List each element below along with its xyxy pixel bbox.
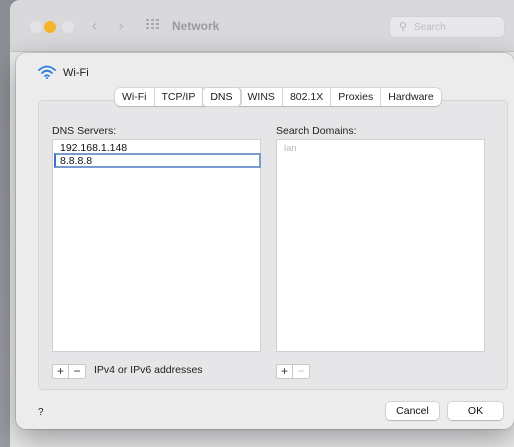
remove-search-domain-button: − [297,364,305,378]
tab-tcpip[interactable]: TCP/IP [155,88,204,106]
tab-proxies[interactable]: Proxies [331,88,382,106]
minimize-window-button[interactable] [44,21,56,33]
tab-hardware[interactable]: Hardware [381,88,441,106]
list-item[interactable]: 8.8.8.8 [60,155,92,167]
cancel-button[interactable]: Cancel [386,402,439,420]
dns-servers-list[interactable]: 192.168.1.148 8.8.8.8 [52,139,261,352]
dns-servers-label: DNS Servers: [52,125,117,137]
wifi-icon [38,65,56,79]
forward-arrow-icon[interactable]: › [118,16,124,35]
tab-8021x[interactable]: 802.1X [283,88,332,106]
search-field[interactable]: ⚲ Search [389,16,505,38]
window-title: Network [172,19,220,33]
list-item[interactable]: lan [284,143,297,154]
tab-wins[interactable]: WINS [241,88,283,106]
show-all-grid-icon[interactable] [146,19,160,31]
dns-add-remove-control: + − [52,364,86,379]
dns-server-edit-field[interactable]: 8.8.8.8 [54,153,261,168]
add-search-domain-button[interactable]: + [277,365,293,378]
remove-dns-button[interactable]: − [69,365,85,378]
tab-dns[interactable]: DNS [203,88,241,106]
back-arrow-icon[interactable]: ‹ [91,16,97,35]
add-dns-button[interactable]: + [53,365,69,378]
settings-tabs: Wi-Fi TCP/IP DNS WINS 802.1X Proxies Har… [115,88,441,106]
search-domain-add-remove-control: + − [276,364,310,379]
tab-wifi[interactable]: Wi-Fi [115,88,155,106]
search-placeholder: Search [414,22,446,33]
dns-settings-sheet: Wi-Fi Wi-Fi TCP/IP DNS WINS 802.1X Proxi… [16,53,514,429]
zoom-window-button[interactable] [62,21,74,33]
address-hint: IPv4 or IPv6 addresses [94,364,203,376]
close-window-button[interactable] [30,21,42,33]
help-button[interactable]: ? [38,407,44,418]
search-domains-list[interactable]: lan [276,139,485,352]
interface-title: Wi-Fi [63,67,89,79]
search-icon: ⚲ [399,20,408,33]
ok-button[interactable]: OK [448,402,503,420]
search-domains-label: Search Domains: [276,125,357,137]
